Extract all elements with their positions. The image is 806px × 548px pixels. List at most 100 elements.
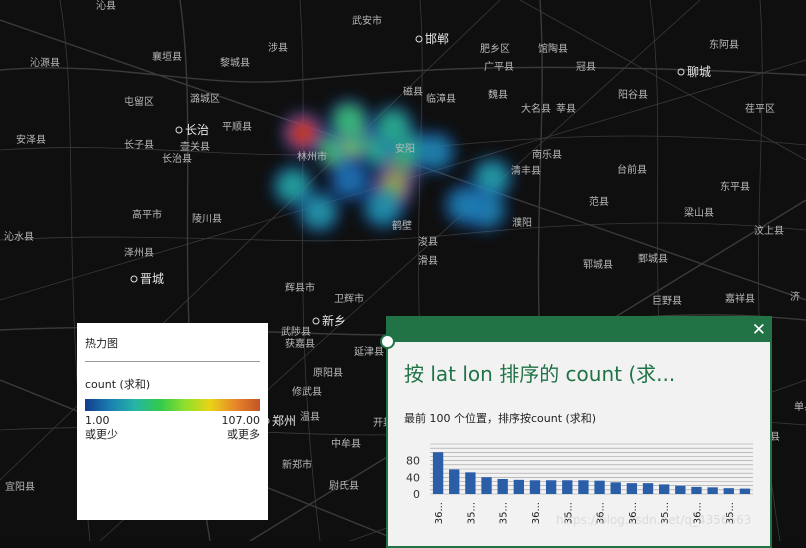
heatmap-legend: 热力图 count (求和) 1.00 107.00 或更少 或更多 [77, 323, 268, 520]
city-label: 济 [790, 290, 800, 303]
bar [545, 480, 557, 494]
city-label: 清丰县 [511, 164, 541, 177]
city-label: 修武县 [292, 385, 322, 398]
city-label: 泽州县 [124, 247, 154, 259]
y-tick-label: 0 [413, 488, 420, 501]
heat-blob-core [341, 112, 357, 128]
city-label: 磁县 [403, 85, 423, 98]
city-label: 新郑市 [282, 458, 312, 471]
city-label: 莘县 [556, 102, 576, 115]
city-label: 濮阳 [512, 216, 532, 229]
city-label: 林州市 [297, 150, 327, 163]
city-label: 沁水县 [4, 231, 34, 243]
legend-max-value: 107.00 [221, 414, 261, 427]
bar [432, 452, 444, 494]
panel-subtitle: 最前 100 个位置，排序按count (求和) [404, 412, 597, 425]
city-label: 范县 [589, 195, 609, 208]
city-label: 高平市 [132, 208, 162, 221]
city-label: 浚县 [418, 235, 438, 248]
bar [465, 472, 476, 494]
city-label: 嘉祥县 [725, 292, 755, 305]
legend-divider [85, 361, 260, 362]
legend-field: count (求和) [85, 378, 151, 391]
legend-title: 热力图 [85, 337, 118, 350]
city-label: 尉氏县 [329, 479, 359, 492]
city-label: 长治县 [162, 152, 192, 165]
city-label: 平顺县 [222, 121, 252, 133]
bar [481, 477, 492, 494]
city-label: 东阿县 [709, 38, 739, 51]
heat-blob-core [459, 199, 471, 211]
bar [707, 487, 718, 494]
city-label: 安泽县 [16, 133, 46, 146]
heat-blob-core [313, 206, 325, 218]
heat-blob-core [485, 171, 499, 185]
bar [497, 479, 508, 494]
city-label: 大名县 [521, 102, 551, 115]
city-label: 广平县 [484, 61, 514, 73]
city-label: 临漳县 [426, 92, 456, 105]
city-label: 涉县 [268, 41, 288, 54]
heat-blob-core [386, 119, 400, 133]
city-label: 南乐县 [532, 148, 562, 161]
legend-max-label: 或更多 [227, 428, 260, 441]
city-label: 单县 [794, 401, 806, 413]
city-label: 郑州 [272, 413, 296, 428]
city-label: 郓城县 [583, 259, 613, 271]
bar [529, 480, 541, 494]
city-label: 武安市 [352, 14, 382, 27]
city-label: 滑县 [418, 255, 438, 267]
city-label: 台前县 [617, 163, 647, 176]
bar [691, 486, 702, 494]
x-tick-label: 35... [466, 502, 477, 524]
bar [739, 488, 751, 494]
city-label: 巨野县 [652, 295, 682, 307]
city-label: 汶上县 [754, 224, 784, 237]
city-label: 潞城区 [190, 92, 220, 105]
city-label: 宜阳县 [5, 480, 35, 493]
city-label: 东平县 [720, 180, 750, 193]
city-label: 陵川县 [192, 213, 222, 225]
bar [513, 479, 524, 494]
legend-color-scale [85, 399, 260, 411]
city-label: 延津县 [354, 346, 384, 358]
watermark: https://blog.csdn.net/q_4356563 [556, 513, 752, 527]
city-label: 魏县 [488, 88, 508, 101]
city-label: 沁县 [96, 0, 116, 12]
bar [594, 480, 605, 494]
bar-chart: 0408036... 35... 35... 36... 35... 36... 36...… [406, 443, 753, 524]
legend-min-label: 或更少 [85, 428, 118, 441]
bar [449, 469, 460, 494]
city-label: 阳谷县 [618, 89, 648, 101]
city-label: 荏平区 [745, 103, 775, 115]
y-tick-label: 80 [406, 455, 420, 468]
city-label: 沁源县 [30, 56, 60, 69]
panel-pointer-knob [380, 334, 395, 349]
city-label: 中牟县 [331, 437, 361, 450]
x-tick-label: 36... [434, 502, 445, 524]
city-label: 原阳县 [313, 367, 343, 379]
bar [562, 480, 573, 494]
city-label: 屯留区 [124, 95, 154, 108]
bar [626, 483, 638, 494]
city-label: 新乡 [322, 313, 346, 328]
city-label: 鹤壁 [392, 219, 412, 232]
city-label: 邯郸 [425, 31, 449, 46]
city-label: 馆陶县 [538, 42, 568, 55]
bar [610, 482, 621, 494]
legend-min-value: 1.00 [85, 414, 110, 427]
heat-blob-core [345, 175, 355, 185]
city-label: 冠县 [576, 61, 596, 73]
city-label: 襄垣县 [152, 50, 182, 63]
city-label: 获嘉县 [285, 337, 315, 350]
city-label: 卫辉市 [334, 292, 364, 305]
bar [642, 483, 654, 494]
close-icon[interactable]: ✕ [752, 319, 766, 341]
city-label: 聊城 [687, 65, 711, 79]
x-tick-label: 36... [531, 502, 542, 524]
city-label: 梁山县 [684, 206, 714, 219]
city-label: 肥乡区 [480, 43, 510, 55]
panel-header: ✕ [388, 318, 770, 342]
bar [659, 484, 670, 494]
city-label: 长治 [185, 123, 209, 137]
